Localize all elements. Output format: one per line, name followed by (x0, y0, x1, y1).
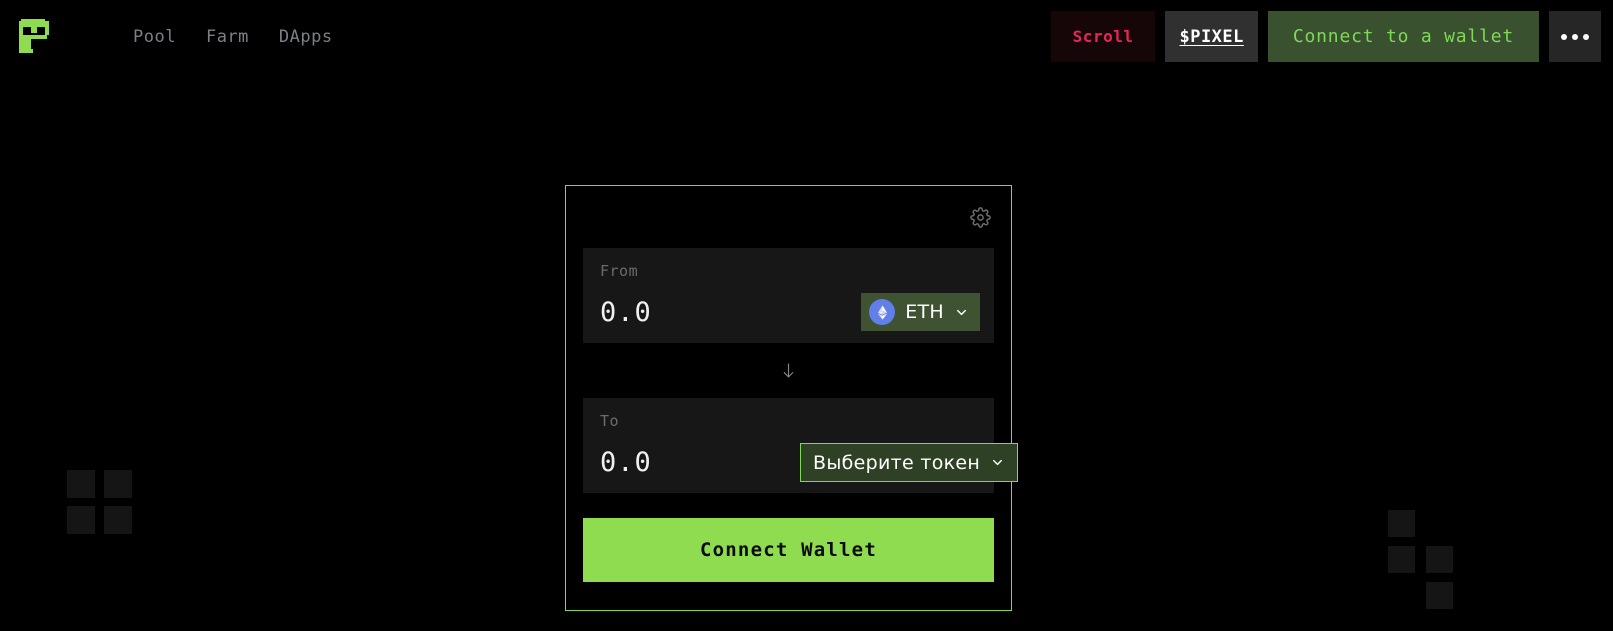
gear-icon (969, 206, 991, 228)
swap-from-amount-input[interactable] (600, 296, 800, 328)
decor-square (1426, 546, 1453, 573)
swap-card-header (583, 186, 994, 248)
swap-to-token-name: Выберите токен (813, 451, 981, 474)
nav-link-pool[interactable]: Pool (133, 27, 176, 47)
network-chip-scroll[interactable]: Scroll (1050, 11, 1156, 62)
swap-from-label: From (600, 262, 639, 280)
ethereum-icon (869, 299, 896, 325)
swap-direction-row (583, 343, 994, 398)
swap-cta-wrap: Connect Wallet (583, 493, 994, 582)
network-chip-label: Scroll (1072, 27, 1134, 46)
decor-square (67, 506, 95, 534)
chevron-down-icon (993, 459, 1003, 466)
more-menu-button[interactable] (1549, 11, 1601, 62)
nav-link-farm[interactable]: Farm (206, 27, 249, 47)
top-navigation-bar: Pool Farm DApps Scroll $PIXEL Connect to… (0, 0, 1613, 74)
swap-to-field: To Выберите токен (583, 398, 1019, 493)
token-price-chip[interactable]: $PIXEL (1165, 11, 1258, 62)
decor-square (1388, 510, 1415, 537)
connect-wallet-button[interactable]: Connect Wallet (583, 518, 994, 582)
connect-wallet-nav-label: Connect to a wallet (1292, 26, 1514, 47)
settings-button[interactable] (967, 204, 993, 230)
decor-square (1388, 546, 1415, 573)
decor-square (67, 470, 95, 498)
decor-square (104, 506, 132, 534)
decor-square (1426, 582, 1453, 609)
nav-link-dapps[interactable]: DApps (279, 27, 333, 47)
swap-to-label: To (600, 412, 620, 430)
token-price-chip-label: $PIXEL (1179, 26, 1244, 47)
ethereum-icon-glyph (877, 304, 887, 320)
swap-from-field: From ETH (583, 248, 994, 343)
ellipsis-icon (1583, 33, 1589, 40)
swap-to-token-selector[interactable]: Выберите токен (800, 443, 1019, 482)
connect-wallet-nav-button[interactable]: Connect to a wallet (1267, 11, 1539, 62)
swap-direction-button[interactable] (775, 357, 803, 385)
arrow-down-icon (783, 363, 794, 378)
swap-from-token-selector[interactable]: ETH (861, 293, 980, 331)
swap-from-token-name: ETH (905, 301, 944, 323)
chevron-down-icon (957, 309, 966, 315)
ellipsis-icon (1572, 33, 1578, 40)
pixel-p-logo[interactable] (18, 18, 52, 56)
swap-to-amount-input[interactable] (600, 447, 800, 478)
ellipsis-icon (1561, 33, 1567, 40)
pixel-p-logo-icon (19, 19, 49, 53)
primary-nav-links: Pool Farm DApps (133, 27, 333, 47)
swap-from-row: ETH (600, 293, 980, 331)
nav-right-cluster: Scroll $PIXEL Connect to a wallet (1050, 11, 1601, 62)
swap-to-row: Выберите токен (600, 443, 1019, 482)
decor-square (104, 470, 132, 498)
swap-card: From ETH (565, 185, 1019, 611)
